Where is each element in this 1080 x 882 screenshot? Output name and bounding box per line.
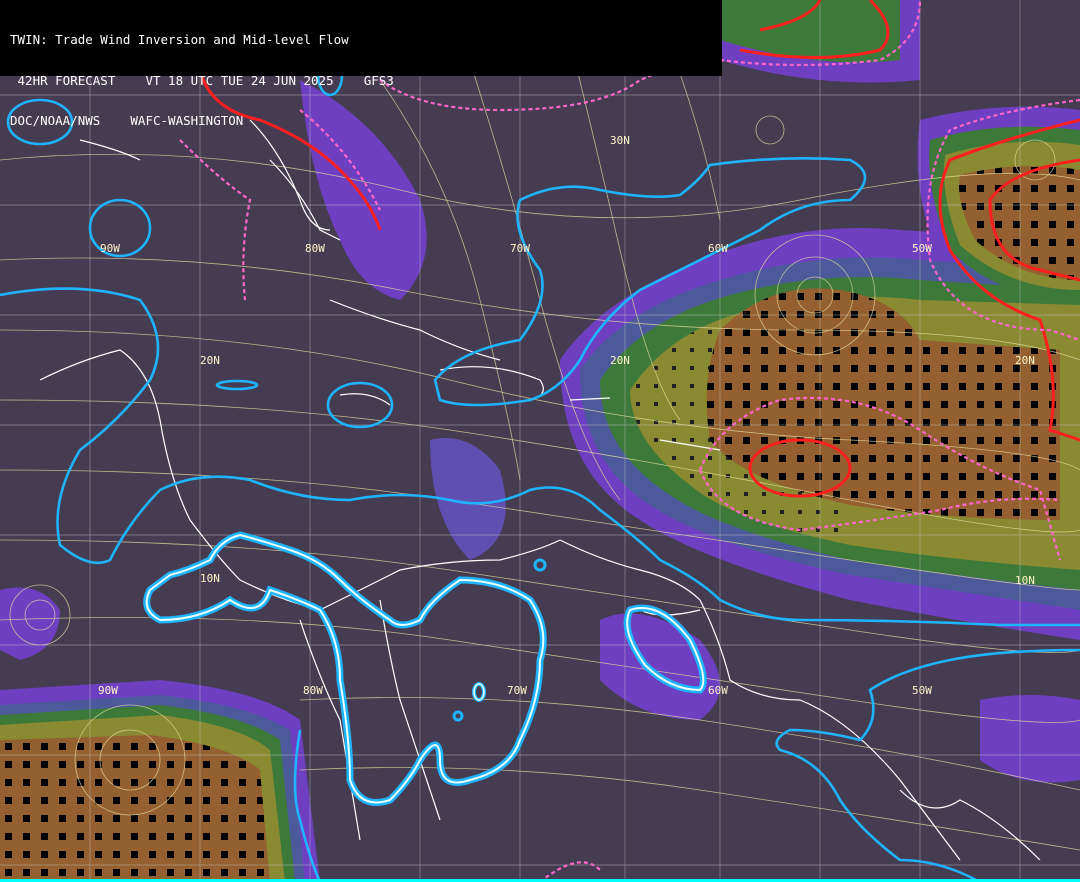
lon-label-70w-south: 70W [507,684,527,697]
twin-forecast-map: 30N 20N 20N 20N 10N 10N 90W 80W 70W 60W … [0,0,1080,882]
lon-label-60w-south: 60W [708,684,728,697]
product-title: TWIN: Trade Wind Inversion and Mid-level… [10,32,349,47]
lon-label-90w-north: 90W [100,242,120,255]
lat-label-20n-west: 20N [200,354,220,367]
forecast-valid-time: 42HR FORECAST VT 18 UTC TUE 24 JUN 2025 … [10,72,394,88]
lat-label-10n-west: 10N [200,572,220,585]
lat-label-20n-central: 20N [610,354,630,367]
lon-label-60w-north: 60W [708,242,728,255]
map-header: TWIN: Trade Wind Inversion and Mid-level… [0,0,722,127]
issuing-agency: DOC/NOAA/NWS WAFC-WASHINGTON [10,113,244,128]
lon-label-70w-north: 70W [510,242,530,255]
lon-label-80w-north: 80W [305,242,325,255]
lon-label-80w-south: 80W [303,684,323,697]
lon-label-50w-south: 50W [912,684,932,697]
lat-label-10n-east: 10N [1015,574,1035,587]
lon-label-50w-north: 50W [912,242,932,255]
lon-label-90w-south: 90W [98,684,118,697]
lat-label-20n-east: 20N [1015,354,1035,367]
